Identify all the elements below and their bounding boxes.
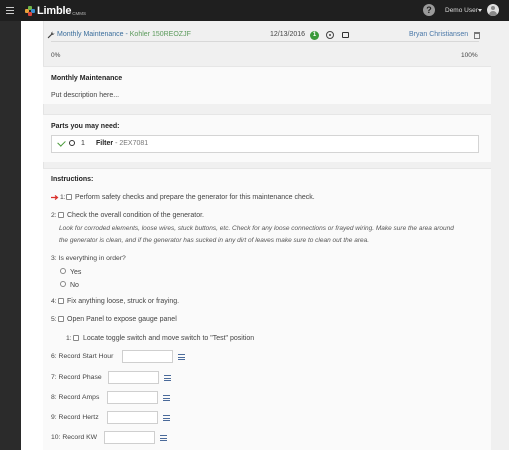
- step-3-question: 3: Is everything in order?: [51, 255, 126, 262]
- start-hour-input[interactable]: [122, 350, 173, 363]
- step-2-text: Check the overall condition of the gener…: [67, 212, 204, 219]
- assignee-link[interactable]: Bryan Christiansen: [409, 31, 468, 38]
- app-logo[interactable]: Limble CMMS: [25, 4, 86, 17]
- progress-start-label: 0%: [51, 52, 61, 59]
- step-5-number: 5:: [51, 316, 57, 323]
- top-navbar: Limble CMMS ? Demo User: [0, 0, 509, 21]
- list-icon[interactable]: [163, 415, 170, 421]
- current-step-arrow-icon: [51, 195, 59, 200]
- limble-logo-icon: [25, 5, 35, 16]
- step-2-note-line-2: the generator is clean, and if the gener…: [59, 237, 370, 244]
- chevron-down-icon[interactable]: [478, 9, 482, 12]
- kw-input[interactable]: [104, 431, 155, 444]
- list-icon[interactable]: [160, 435, 167, 441]
- step-8-label: 8: Record Amps: [51, 394, 100, 401]
- substep-1-number: 1:: [66, 335, 72, 342]
- left-rail: [0, 21, 21, 450]
- asset-link[interactable]: Kohler 150REOZJF: [130, 31, 191, 38]
- progress-end-label: 100%: [461, 52, 478, 59]
- instructions-section: [43, 168, 491, 450]
- step-9-label: 9: Record Hertz: [51, 414, 99, 421]
- parts-title: Parts you may need:: [51, 123, 120, 130]
- radio-yes-label[interactable]: Yes: [70, 269, 81, 276]
- step-1-checkbox[interactable]: [66, 194, 72, 200]
- description-title: Monthly Maintenance: [51, 75, 123, 82]
- comment-count-badge[interactable]: 1: [310, 31, 319, 40]
- settings-icon[interactable]: [326, 31, 334, 39]
- step-2-checkbox[interactable]: [58, 212, 64, 218]
- list-icon[interactable]: [163, 395, 170, 401]
- radio-no[interactable]: [60, 281, 66, 287]
- phase-input[interactable]: [108, 371, 159, 384]
- user-menu-name[interactable]: Demo User: [445, 7, 478, 14]
- part-name-text: Filter: [96, 140, 114, 147]
- radio-no-label[interactable]: No: [70, 282, 79, 289]
- step-10-label: 10: Record KW: [51, 434, 98, 441]
- part-name[interactable]: Filter - 2EX7081: [96, 140, 148, 147]
- instructions-title: Instructions:: [51, 176, 94, 183]
- print-icon[interactable]: [342, 32, 349, 38]
- step-4-text: Fix anything loose, struck or fraying.: [67, 298, 180, 305]
- radio-yes[interactable]: [60, 268, 66, 274]
- logo-subtext: CMMS: [72, 10, 86, 16]
- wrench-icon: [47, 31, 55, 39]
- step-1-text: Perform safety checks and prepare the ge…: [75, 194, 315, 201]
- list-icon[interactable]: [164, 375, 171, 381]
- step-6-label: 6: Record Start Hour: [51, 353, 114, 360]
- help-icon[interactable]: ?: [423, 4, 435, 16]
- hamburger-menu-icon[interactable]: [6, 7, 14, 16]
- step-2-number: 2:: [51, 212, 57, 219]
- step-4-checkbox[interactable]: [58, 298, 64, 304]
- trash-icon[interactable]: [474, 32, 480, 39]
- part-quantity: 1: [81, 140, 85, 147]
- logo-text: Limble: [37, 4, 72, 17]
- task-title-link[interactable]: Monthly Maintenance - Kohler 150REOZJF: [57, 31, 191, 38]
- step-5-checkbox[interactable]: [58, 316, 64, 322]
- step-1-number: 1:: [60, 194, 66, 201]
- description-text[interactable]: Put description here...: [51, 92, 119, 99]
- amps-input[interactable]: [107, 391, 158, 404]
- step-7-label: 7: Record Phase: [51, 374, 102, 381]
- substep-1-text: Locate toggle switch and move switch to …: [83, 335, 255, 342]
- due-date[interactable]: 12/13/2016: [270, 31, 305, 38]
- step-5-text: Open Panel to expose gauge panel: [67, 316, 177, 323]
- step-2-note-line-1: Look for corroded elements, loose wires,…: [59, 225, 454, 232]
- gear-icon[interactable]: [69, 140, 75, 146]
- substep-1-checkbox[interactable]: [73, 335, 79, 341]
- hertz-input[interactable]: [107, 411, 158, 424]
- avatar[interactable]: [487, 4, 499, 16]
- part-number: 2EX7081: [119, 140, 149, 147]
- step-4-number: 4:: [51, 298, 57, 305]
- progress-bar: [51, 41, 479, 42]
- task-title: Monthly Maintenance -: [57, 31, 130, 38]
- list-icon[interactable]: [178, 354, 185, 360]
